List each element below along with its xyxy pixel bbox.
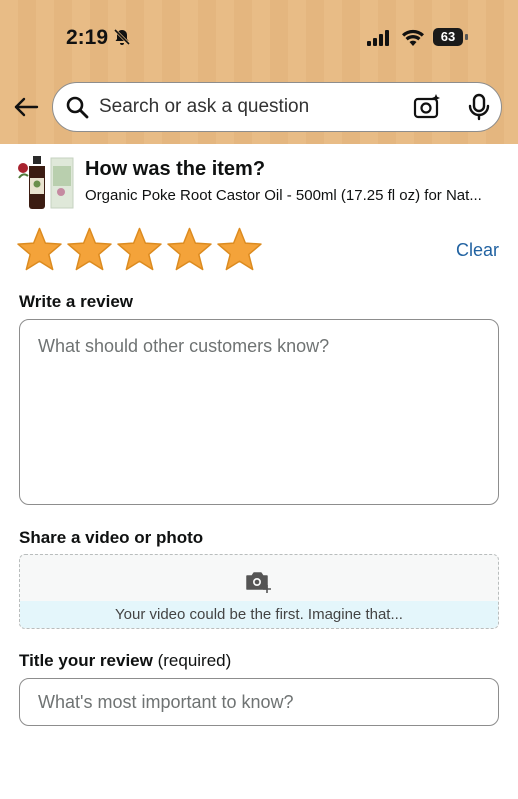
product-name: Organic Poke Root Castor Oil - 500ml (17… — [85, 187, 482, 204]
battery-level: 63 — [433, 28, 463, 46]
write-review-label: Write a review — [19, 292, 134, 311]
star-5-icon[interactable] — [217, 226, 262, 272]
search-bar[interactable] — [52, 82, 502, 132]
title-label-text: Title your review — [19, 651, 153, 670]
review-heading: How was the item? — [85, 158, 266, 180]
star-2-icon[interactable] — [67, 226, 112, 272]
media-prompt-text: Your video could be the first. Imagine t… — [20, 601, 498, 628]
star-4-icon[interactable] — [167, 226, 212, 272]
share-media-label: Share a video or photo — [19, 528, 204, 547]
title-review-label: Title your review (required) — [19, 651, 231, 671]
app-header: 2:19 63 — [0, 0, 518, 144]
cellular-signal-icon — [367, 30, 389, 46]
clear-rating-link[interactable]: Clear — [456, 240, 499, 261]
search-icon — [66, 96, 89, 119]
camera-sparkle-icon[interactable] — [413, 93, 441, 121]
battery-icon: 63 — [433, 28, 469, 46]
star-1-icon[interactable] — [17, 226, 62, 272]
battery-cap — [465, 34, 468, 40]
star-3-icon[interactable] — [117, 226, 162, 272]
wifi-icon — [402, 29, 424, 46]
microphone-icon[interactable] — [467, 93, 491, 121]
star-rating[interactable] — [17, 226, 262, 272]
media-upload-box[interactable]: Your video could be the first. Imagine t… — [19, 554, 499, 629]
status-time: 2:19 — [66, 26, 109, 49]
product-thumbnail — [18, 156, 74, 209]
bell-muted-icon — [113, 28, 131, 46]
review-title-input[interactable] — [19, 678, 499, 726]
review-textarea[interactable] — [19, 319, 499, 505]
back-arrow-icon[interactable] — [12, 93, 40, 121]
search-input[interactable] — [97, 83, 401, 131]
required-note: (required) — [157, 651, 232, 670]
add-photo-icon — [246, 572, 271, 593]
